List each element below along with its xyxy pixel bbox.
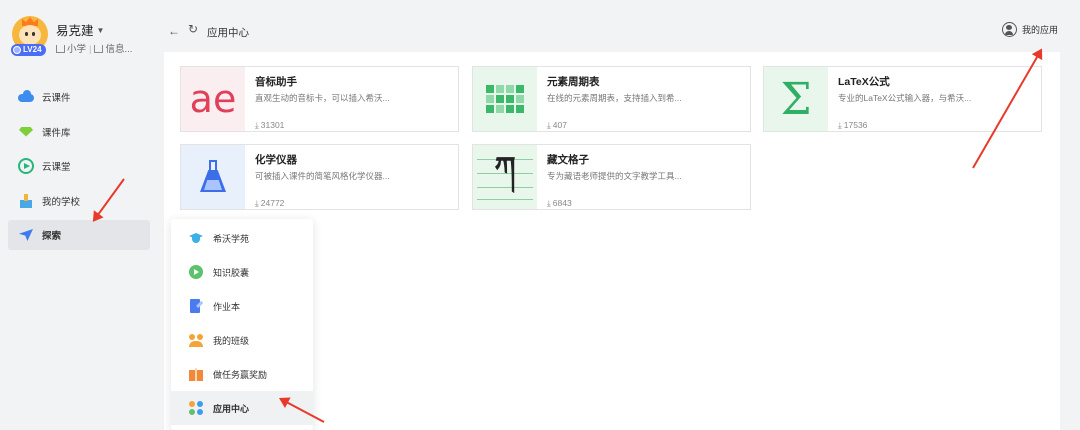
topbar: ← ↻ 应用中心 我的应用 xyxy=(158,14,1080,48)
user-info-link[interactable]: 信息... xyxy=(105,44,132,55)
app-description: 专业的LaTeX公式输入器，与希沃... xyxy=(838,93,972,103)
back-arrow-icon[interactable]: ← xyxy=(168,24,180,38)
sidebar-item-cloud-courseware[interactable]: 云课件 xyxy=(8,82,150,112)
sidebar-item-courseware-library[interactable]: 课件库 xyxy=(8,117,150,147)
sidebar: LV24 易克建 ▼ 小学 | 信息... 云课件 课件库 云课堂 我的学校 探索 xyxy=(0,0,158,430)
cloud-icon xyxy=(18,89,34,105)
app-description: 在线的元素周期表，支持插入到希... xyxy=(547,93,682,103)
app-card-phonetic[interactable]: ae 音标助手 直观生动的音标卡，可以插入希沃... ⤓ 31301 xyxy=(180,66,459,132)
user-circle-icon xyxy=(1001,22,1017,37)
explore-menu: 希沃学苑 知识胶囊 作业本 我的班级 做任务赢奖励 应用中心 xyxy=(171,219,313,430)
school-type: 小学 xyxy=(67,44,87,55)
menu-item-homework[interactable]: 作业本 xyxy=(171,289,313,323)
app-center-icon xyxy=(189,401,203,415)
graduation-cap-icon xyxy=(189,231,203,245)
app-title: 元素周期表 xyxy=(547,76,600,88)
info-icon xyxy=(94,45,104,53)
download-icon: ⤓ xyxy=(547,120,551,130)
school-small-icon xyxy=(56,45,65,53)
gem-icon xyxy=(18,124,34,140)
school-icon xyxy=(18,193,34,209)
caret-down-icon: ▼ xyxy=(96,26,105,35)
capsule-play-icon xyxy=(189,265,203,279)
ae-icon: ae xyxy=(181,67,245,131)
sidebar-item-cloud-classroom[interactable]: 云课堂 xyxy=(8,151,150,181)
app-description: 可被插入课件的简笔风格化学仪器... xyxy=(255,171,390,181)
user-profile[interactable]: LV24 易克建 ▼ 小学 | 信息... xyxy=(11,14,152,58)
sidebar-item-my-school[interactable]: 我的学校 xyxy=(8,186,150,216)
user-meta: 小学 | 信息... xyxy=(56,41,132,55)
class-people-icon xyxy=(189,333,203,347)
download-icon: ⤓ xyxy=(255,198,259,208)
app-card-periodic-table[interactable]: 元素周期表 在线的元素周期表，支持插入到希... ⤓ 407 xyxy=(472,66,751,132)
app-title: LaTeX公式 xyxy=(838,76,890,88)
user-name[interactable]: 易克建 ▼ xyxy=(56,20,104,39)
menu-item-my-class[interactable]: 我的班级 xyxy=(171,323,313,357)
refresh-icon[interactable]: ↻ xyxy=(188,22,198,36)
sidebar-nav: 云课件 课件库 云课堂 我的学校 探索 xyxy=(8,82,150,255)
gift-icon xyxy=(189,367,203,381)
download-count: ⤓ 24772 xyxy=(255,198,285,208)
app-title: 化学仪器 xyxy=(255,154,297,166)
rocket-icon xyxy=(18,227,34,243)
app-card-tibetan-grid[interactable]: ཀ 藏文格子 专为藏语老师提供的文字教学工具... ⤓ 6843 xyxy=(472,144,751,210)
download-count: ⤓ 6843 xyxy=(547,198,572,208)
app-description: 专为藏语老师提供的文字教学工具... xyxy=(547,171,682,181)
my-apps-button[interactable]: 我的应用 xyxy=(1001,22,1058,37)
download-count: ⤓ 407 xyxy=(547,120,567,130)
app-title: 音标助手 xyxy=(255,76,297,88)
menu-item-tasks-rewards[interactable]: 做任务赢奖励 xyxy=(171,357,313,391)
menu-item-knowledge-capsule[interactable]: 知识胶囊 xyxy=(171,255,313,289)
homework-book-icon xyxy=(189,299,203,313)
download-icon: ⤓ xyxy=(255,120,259,130)
sigma-icon: Σ xyxy=(764,67,828,131)
page-title: 应用中心 xyxy=(207,27,249,39)
menu-item-seewo-academy[interactable]: 希沃学苑 xyxy=(171,221,313,255)
tibetan-glyph-icon: ཀ xyxy=(473,145,537,209)
flask-icon xyxy=(181,145,245,209)
menu-item-app-center[interactable]: 应用中心 xyxy=(171,391,313,425)
download-count: ⤓ 17536 xyxy=(838,120,868,130)
app-title: 藏文格子 xyxy=(547,154,589,166)
level-badge: LV24 xyxy=(11,44,46,56)
play-circle-icon xyxy=(18,158,34,174)
sidebar-item-explore[interactable]: 探索 xyxy=(8,220,150,250)
download-icon: ⤓ xyxy=(547,198,551,208)
app-card-chemistry[interactable]: 化学仪器 可被插入课件的简笔风格化学仪器... ⤓ 24772 xyxy=(180,144,459,210)
grid-icon xyxy=(473,67,537,131)
download-count: ⤓ 31301 xyxy=(255,120,285,130)
download-icon: ⤓ xyxy=(838,120,842,130)
app-description: 直观生动的音标卡，可以插入希沃... xyxy=(255,93,390,103)
